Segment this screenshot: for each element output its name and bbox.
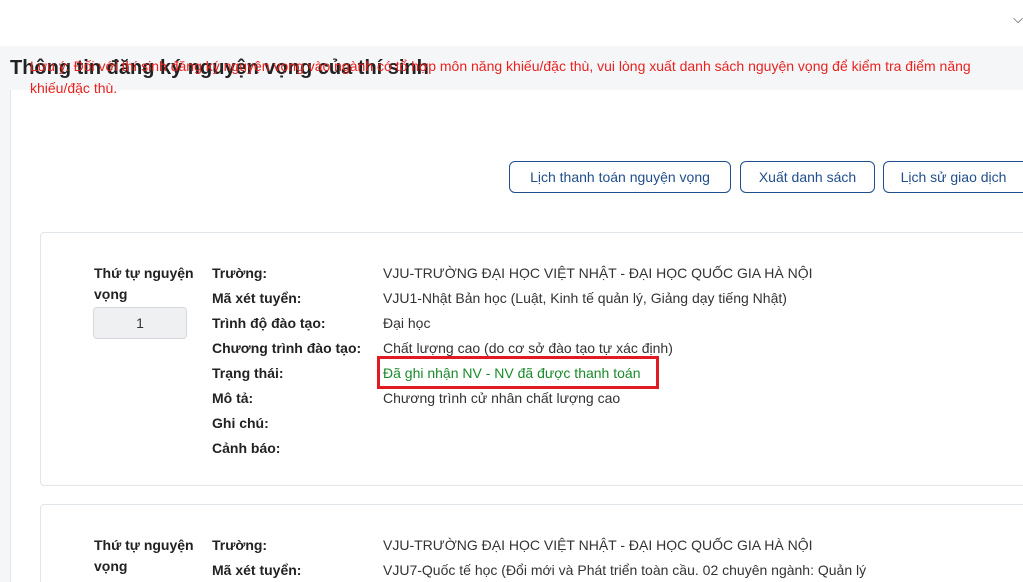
order-label: Thứ tự nguyện vọng: [94, 265, 194, 302]
transaction-history-button[interactable]: Lịch sử giao dịch: [883, 161, 1023, 193]
wish-card: Thứ tự nguyện vọng Trường: VJU-TRƯỜNG ĐẠ…: [40, 504, 1023, 582]
notice-text: Lưu ý: Đối với thí sinh đăng ký nguyện v…: [30, 58, 971, 96]
school-label: Trường:: [212, 537, 268, 553]
status-label: Trạng thái:: [212, 365, 284, 381]
description-label: Mô tả:: [212, 390, 254, 406]
order-label: Thứ tự nguyện vọng: [94, 537, 194, 574]
school-value: VJU-TRƯỜNG ĐẠI HỌC VIỆT NHẬT - ĐẠI HỌC Q…: [383, 265, 813, 281]
payment-schedule-button[interactable]: Lịch thanh toán nguyện vọng: [509, 161, 731, 193]
wish-card: Thứ tự nguyện vọng 1 Trường: VJU-TRƯỜNG …: [40, 232, 1023, 486]
program-label: Chương trình đào tạo:: [212, 340, 362, 356]
program-value: Chất lượng cao (do cơ sở đào tạo tự xác …: [383, 340, 673, 356]
admission-code-label: Mã xét tuyển:: [212, 290, 302, 306]
admission-code-label: Mã xét tuyển:: [212, 562, 302, 578]
export-list-button[interactable]: Xuất danh sách: [740, 161, 875, 193]
description-value: Chương trình cử nhân chất lượng cao: [383, 390, 621, 406]
school-value: VJU-TRƯỜNG ĐẠI HỌC VIỆT NHẬT - ĐẠI HỌC Q…: [383, 537, 813, 553]
order-number-field[interactable]: 1: [93, 307, 187, 339]
school-label: Trường:: [212, 265, 268, 281]
status-highlight-box: [377, 356, 659, 389]
notes-label: Ghi chú:: [212, 415, 269, 431]
level-label: Trình độ đào tạo:: [212, 315, 326, 331]
admission-code-value: VJU7-Quốc tế học (Đổi mới và Phát triển …: [383, 562, 867, 578]
top-bar: ⌵: [0, 0, 1023, 46]
level-value: Đại học: [383, 315, 431, 331]
chevron-down-icon[interactable]: ⌵: [1009, 12, 1023, 26]
admission-code-value: VJU1-Nhật Bản học (Luật, Kinh tế quản lý…: [383, 290, 787, 306]
warning-label: Cảnh báo:: [212, 440, 281, 456]
